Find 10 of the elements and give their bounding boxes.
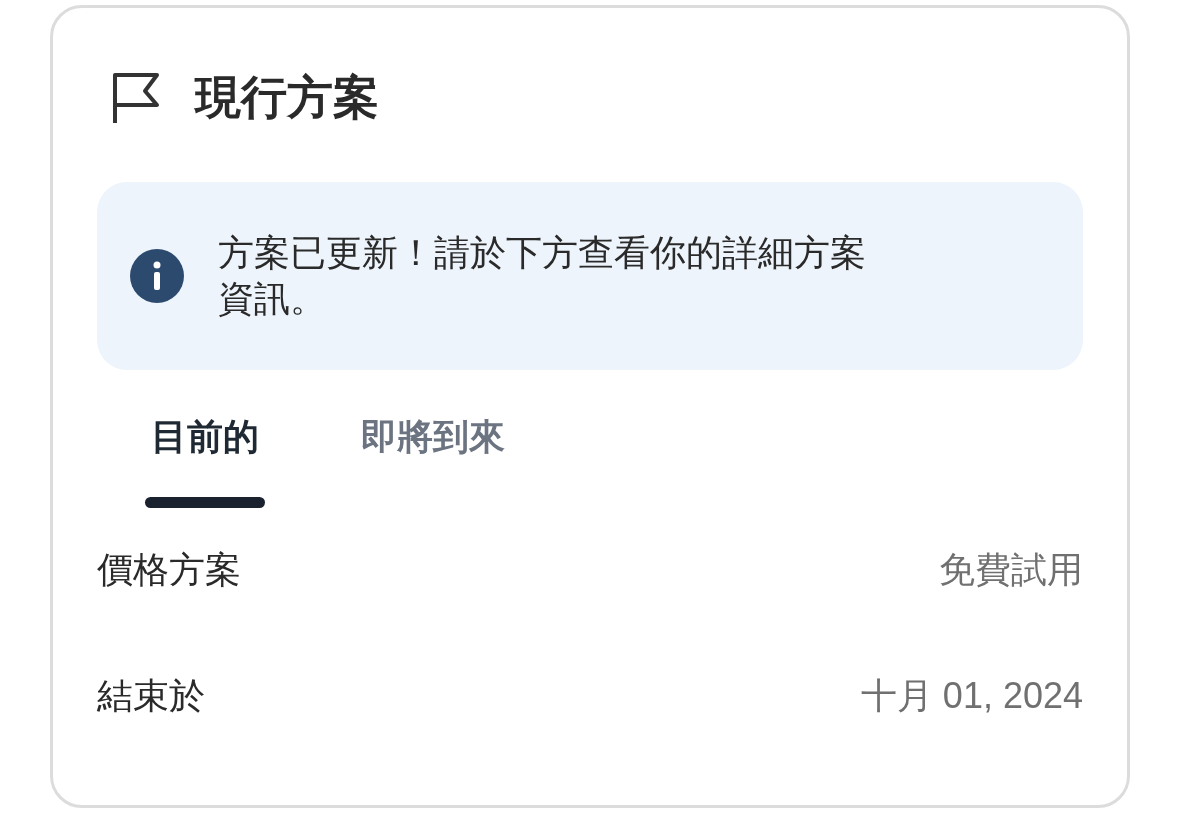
card-title: 現行方案: [195, 70, 379, 125]
detail-value: 十月 01, 2024: [860, 674, 1083, 718]
detail-label: 價格方案: [97, 548, 241, 592]
info-icon: [130, 249, 184, 303]
detail-value: 免費試用: [939, 548, 1083, 592]
tab[interactable]: 目前的: [145, 415, 265, 508]
flag-icon: [111, 70, 161, 125]
detail-label: 結束於: [97, 674, 205, 718]
tab[interactable]: 即將到來: [361, 415, 505, 508]
info-message: 方案已更新！請於下方查看你的詳細方案資訊。: [218, 231, 867, 321]
